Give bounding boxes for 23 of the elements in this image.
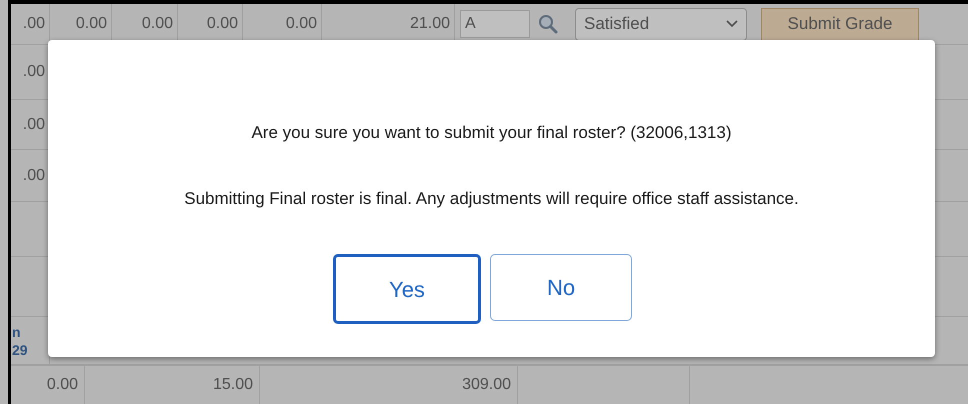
table-cell-text: 21.00: [410, 14, 450, 34]
table-cell-text: 0.00: [46, 375, 78, 395]
dialog-note: Submitting Final roster is final. Any adjustments will require office staff assistance.: [184, 188, 799, 210]
table-cell-text: 0.00: [286, 14, 317, 34]
search-icon[interactable]: [538, 14, 558, 34]
name-link[interactable]: n: [12, 322, 49, 340]
name-link[interactable]: 29: [12, 340, 49, 358]
table-cell-text: .00: [22, 166, 45, 186]
dialog-button[interactable]: Yes: [333, 254, 481, 324]
status-dropdown[interactable]: Satisfied: [575, 8, 747, 40]
table-cell-text: .00: [22, 114, 45, 134]
table-cell-text: 0.00: [76, 14, 107, 34]
table-cell-text: 0.00: [206, 14, 238, 34]
chevron-icon: [726, 20, 738, 28]
dialog-button[interactable]: No: [490, 254, 632, 321]
table-cell-text: .00: [22, 62, 45, 82]
grade-input[interactable]: A: [460, 10, 530, 38]
table-cell-text: 0.00: [142, 14, 173, 34]
submit-grade-button[interactable]: Submit Grade: [761, 8, 919, 40]
table-cell-text: 15.00: [212, 375, 253, 395]
dialog-message: Are you sure you want to submit your final roster? (32006,1313): [251, 122, 732, 144]
table-cell-text: 309.00: [462, 375, 511, 395]
table-cell-text: .00: [22, 14, 45, 34]
